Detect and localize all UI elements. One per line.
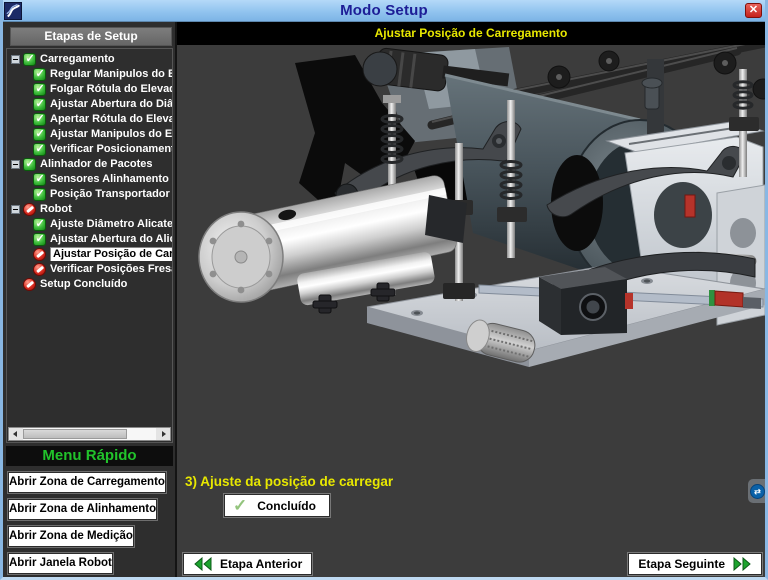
status-pending-icon: [33, 248, 46, 261]
status-done-icon: [33, 218, 46, 231]
setup-window: Modo Setup ✕ Etapas de Setup Carregament…: [0, 0, 768, 580]
tree-item-ajustar-abertura-do-diam[interactable]: Ajustar Abertura do Diâm: [33, 97, 172, 111]
tree-item-label: Apertar Rótula do Elevad: [50, 113, 172, 126]
status-done-icon: [33, 68, 46, 81]
quick-menu-button-abrir-janela-robot[interactable]: Abrir Janela Robot: [8, 553, 113, 574]
quick-menu-button-abrir-zona-de-alinhamento[interactable]: Abrir Zona de Alinhamento: [8, 499, 157, 520]
status-done-icon: [33, 173, 46, 186]
status-pending-icon: [23, 203, 36, 216]
tree-item-ajustar-posicao-de-carre[interactable]: Ajustar Posição de Carre: [33, 247, 172, 261]
quick-menu: Abrir Zona de Carregamento Abrir Zona de …: [6, 466, 173, 574]
tree-item-label: Ajustar Posição de Carre: [50, 247, 172, 261]
setup-steps-tree: Carregamento Regular Manipulos do Elev Fol…: [7, 49, 172, 426]
tree-item-label: Ajustar Abertura do Diâm: [50, 98, 172, 111]
status-pending-icon: [33, 263, 46, 276]
tree-item-label: Robot: [40, 203, 72, 216]
tree-item-apertar-rotula-do-elevad[interactable]: Apertar Rótula do Elevad: [33, 112, 172, 126]
tree-item-ajustar-manipulos-do-elev[interactable]: Ajustar Manipulos do Elev: [33, 127, 172, 141]
tree-item-label: Ajustar Abertura do Alica: [50, 233, 172, 246]
tree-item-setup-concluido[interactable]: Setup Concluído: [11, 277, 172, 291]
tree-item-label: Sensores Alinhamento: [50, 173, 169, 186]
tree-item-label: Alinhador de Pacotes: [40, 158, 152, 171]
tree-hscrollbar[interactable]: [8, 427, 171, 441]
status-pending-icon: [23, 278, 36, 291]
tree-item-verificar-posicoes-fresa-e[interactable]: Verificar Posições Fresa e: [33, 262, 172, 276]
tree-item-label: Verificar Posições Fresa e: [50, 263, 172, 276]
panel-title: Ajustar Posição de Carregamento: [177, 22, 765, 45]
status-done-icon: [33, 188, 46, 201]
status-done-icon: [33, 128, 46, 141]
window-title: Modo Setup: [3, 2, 765, 19]
tree-item-label: Folgar Rótula do Elevador: [50, 83, 172, 96]
tree-item-ajustar-abertura-do-alica[interactable]: Ajustar Abertura do Alica: [33, 232, 172, 246]
close-icon: ✕: [749, 4, 758, 16]
double-right-arrow-icon: [732, 557, 752, 571]
previous-step-label: Etapa Anterior: [220, 557, 302, 571]
status-done-icon: [33, 233, 46, 246]
expander-icon[interactable]: [11, 160, 20, 169]
quick-menu-button-abrir-zona-de-medicao[interactable]: Abrir Zona de Medição: [8, 526, 134, 547]
tree-item-label: Posição Transportador: [50, 188, 170, 201]
scroll-right-arrow-icon[interactable]: [156, 428, 170, 440]
tree-item-label: Regular Manipulos do Elev: [50, 68, 172, 81]
status-done-icon: [33, 113, 46, 126]
quick-menu-title: Menu Rápido: [6, 446, 173, 466]
tree-item-sensores-alinhamento[interactable]: Sensores Alinhamento: [33, 172, 172, 186]
quick-menu-button-abrir-zona-de-carregamento[interactable]: Abrir Zona de Carregamento: [8, 472, 166, 493]
tree-item-label: Carregamento: [40, 53, 115, 66]
expander-icon[interactable]: [11, 205, 20, 214]
tree-item-posicao-transportador[interactable]: Posição Transportador: [33, 187, 172, 201]
done-button[interactable]: ✓ Concluído: [224, 494, 330, 517]
tree-item-ajuste-diametro-alicate[interactable]: Ajuste Diâmetro Alicate: [33, 217, 172, 231]
status-done-icon: [23, 53, 36, 66]
scroll-track[interactable]: [23, 428, 156, 440]
main-panel: Ajustar Posição de Carregamento: [175, 22, 765, 577]
tree-item-carregamento[interactable]: Carregamento: [11, 52, 172, 66]
tree-item-label: Setup Concluído: [40, 278, 127, 291]
tree-item-label: Verificar Posicionamento: [50, 143, 172, 156]
status-done-icon: [33, 143, 46, 156]
tree-item-folgar-rotula-do-elevador[interactable]: Folgar Rótula do Elevador: [33, 82, 172, 96]
check-icon: ✓: [233, 497, 247, 515]
tree-item-verificar-posicionamento[interactable]: Verificar Posicionamento: [33, 142, 172, 156]
status-done-icon: [33, 98, 46, 111]
sidebar: Etapas de Setup Carregamento Regular Mani…: [3, 22, 175, 577]
status-done-icon: [33, 83, 46, 96]
tree-item-regular-manipulos-do-elev[interactable]: Regular Manipulos do Elev: [33, 67, 172, 81]
next-step-label: Etapa Seguinte: [638, 557, 725, 571]
window-titlebar: Modo Setup ✕: [3, 0, 765, 22]
scroll-left-arrow-icon[interactable]: [9, 428, 23, 440]
status-done-icon: [23, 158, 36, 171]
scroll-thumb[interactable]: [23, 429, 127, 439]
remote-access-icon[interactable]: ⇄: [748, 479, 765, 503]
step-label: 3) Ajuste da posição de carregar: [185, 474, 393, 489]
next-step-button[interactable]: Etapa Seguinte: [628, 553, 762, 575]
done-button-label: Concluído: [257, 499, 316, 513]
tree-item-robot[interactable]: Robot: [11, 202, 172, 216]
tree-item-label: Ajuste Diâmetro Alicate: [50, 218, 172, 231]
double-left-arrow-icon: [193, 557, 213, 571]
setup-steps-header: Etapas de Setup: [10, 27, 172, 46]
expander-icon[interactable]: [11, 55, 20, 64]
setup-steps-treebox: Carregamento Regular Manipulos do Elev Fol…: [6, 48, 173, 443]
tree-item-label: Ajustar Manipulos do Elev: [50, 128, 172, 141]
close-button[interactable]: ✕: [745, 3, 762, 18]
tree-item-alinhador-de-pacotes[interactable]: Alinhador de Pacotes: [11, 157, 172, 171]
previous-step-button[interactable]: Etapa Anterior: [183, 553, 312, 575]
